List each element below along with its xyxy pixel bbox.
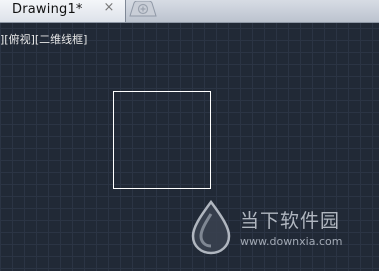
tab-title: Drawing1* [12, 2, 83, 17]
tab-drawing1[interactable]: Drawing1* × [0, 0, 126, 22]
viewport-controls-label[interactable]: ][俯视][二维线框] [0, 31, 87, 47]
droplet-logo-icon [189, 199, 233, 255]
drawing-canvas[interactable]: ][俯视][二维线框] 当下软件园 www.downxia.com [0, 23, 379, 271]
watermark-title: 当下软件园 [240, 210, 341, 232]
plus-icon [129, 0, 157, 17]
drawn-rectangle[interactable] [113, 91, 211, 189]
close-icon[interactable]: × [103, 1, 115, 15]
new-tab-button[interactable] [128, 0, 158, 17]
document-tab-bar: Drawing1* × [0, 0, 379, 23]
watermark-url: www.downxia.com [240, 235, 343, 248]
